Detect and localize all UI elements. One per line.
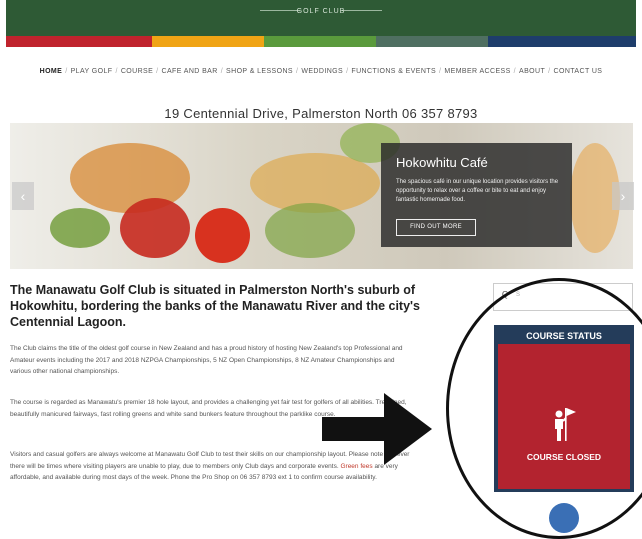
intro-heading: The Manawatu Golf Club is situated in Pa…: [10, 283, 420, 329]
nav-separator: /: [296, 68, 299, 75]
find-out-more-button[interactable]: FIND OUT MORE: [396, 219, 476, 236]
intro-paragraph-1: The Club claims the title of the oldest …: [10, 345, 403, 375]
nav-item-home[interactable]: HOME: [40, 68, 63, 75]
nav-item-about[interactable]: ABOUT: [519, 68, 545, 75]
pointer-arrow-icon: [322, 393, 432, 465]
nav-item-shop-lessons[interactable]: SHOP & LESSONS: [226, 68, 293, 75]
nav-item-cafe-and-bar[interactable]: CAFE AND BAR: [162, 68, 218, 75]
address-line: 19 Centennial Drive, Palmerston North 06…: [164, 106, 478, 121]
nav-item-functions-events[interactable]: FUNCTIONS & EVENTS: [351, 68, 436, 75]
main-nav: HOME / PLAY GOLF / COURSE / CAFE AND BAR / SHOP …: [0, 68, 642, 75]
slider-next-button[interactable]: ›: [612, 182, 634, 210]
nav-separator: /: [548, 68, 551, 75]
color-bar-segment: [264, 36, 376, 47]
chevron-left-icon: ‹: [20, 188, 26, 204]
site-header: GOLF CLUB: [6, 0, 636, 36]
cafe-description: The spacious café in our unique location…: [396, 179, 559, 203]
nav-item-course[interactable]: COURSE: [121, 68, 153, 75]
cafe-title: Hokowhitu Café: [396, 155, 488, 170]
nav-separator: /: [115, 68, 118, 75]
color-bar-segment: [152, 36, 264, 47]
nav-separator: /: [156, 68, 159, 75]
chevron-right-icon: ›: [620, 188, 626, 204]
color-bar-segment: [488, 36, 636, 47]
nav-item-play-golf[interactable]: PLAY GOLF: [71, 68, 113, 75]
tomato-image: [120, 198, 190, 258]
club-logo-text[interactable]: GOLF CLUB: [6, 8, 636, 15]
color-bar-segment: [376, 36, 488, 47]
nav-separator: /: [65, 68, 68, 75]
nav-item-member-access[interactable]: MEMBER ACCESS: [444, 68, 510, 75]
nav-item-weddings[interactable]: WEDDINGS: [301, 68, 343, 75]
highlight-circle: [446, 278, 642, 539]
nav-separator: /: [513, 68, 517, 75]
nav-separator: /: [220, 68, 224, 75]
greens-image: [50, 208, 110, 248]
nav-item-contact-us[interactable]: CONTACT US: [554, 68, 603, 75]
tomato-image: [195, 208, 250, 263]
cafe-caption-box: Hokowhitu Café The spacious café in our …: [381, 143, 572, 247]
slider-prev-button[interactable]: ‹: [12, 182, 34, 210]
color-bar-segment: [6, 36, 152, 47]
nav-separator: /: [346, 68, 349, 75]
greens-image: [265, 203, 355, 258]
nav-separator: /: [439, 68, 442, 75]
